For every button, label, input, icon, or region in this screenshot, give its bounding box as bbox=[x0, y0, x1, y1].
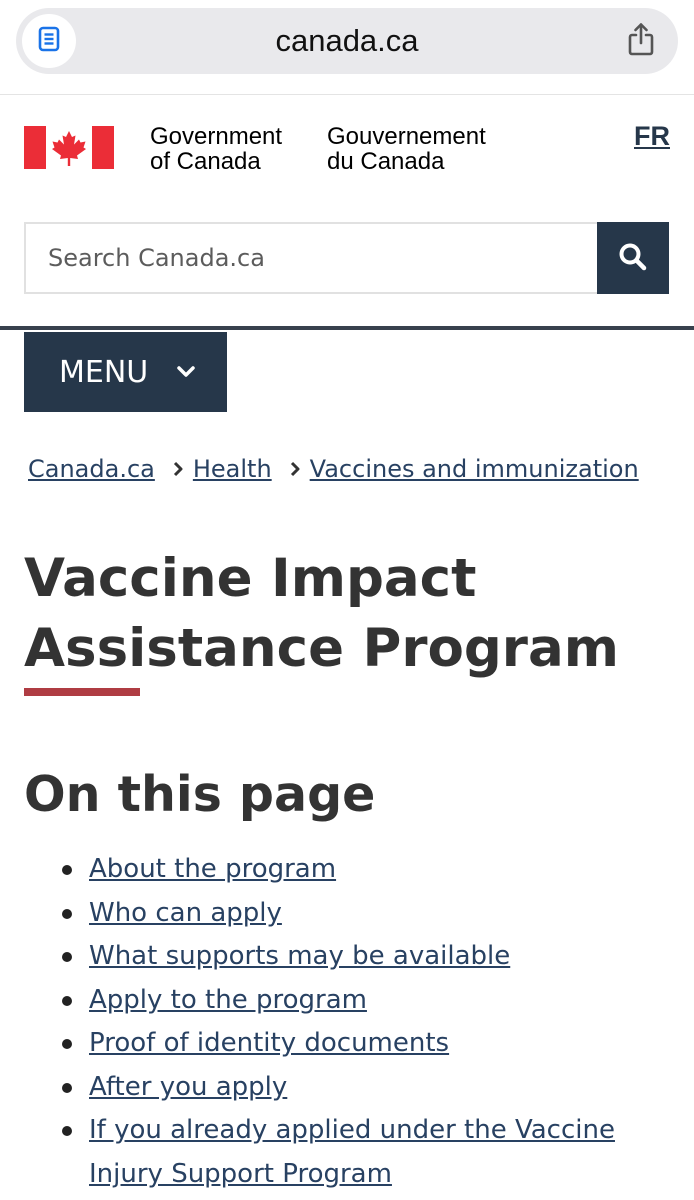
on-this-page-heading: On this page bbox=[24, 766, 376, 823]
toc-link-who-can-apply[interactable]: Who can apply bbox=[89, 898, 282, 928]
search-button[interactable] bbox=[597, 222, 669, 294]
chevron-right-icon bbox=[290, 461, 300, 477]
chevron-down-icon bbox=[176, 365, 196, 379]
list-item: Apply to the program bbox=[62, 979, 672, 1023]
share-button[interactable] bbox=[624, 22, 658, 60]
gov-fr-line1: Gouvernement bbox=[327, 123, 486, 150]
browser-address-bar: canada.ca bbox=[0, 0, 694, 95]
toc-link-about[interactable]: About the program bbox=[89, 854, 336, 884]
gov-en-line1: Government bbox=[150, 123, 283, 150]
list-item: After you apply bbox=[62, 1066, 672, 1110]
share-icon bbox=[626, 22, 656, 60]
toc-link-proof-of-identity[interactable]: Proof of identity documents bbox=[89, 1028, 449, 1058]
table-of-contents: About the program Who can apply What sup… bbox=[62, 848, 672, 1196]
chevron-right-icon bbox=[173, 461, 183, 477]
menu-button[interactable]: MENU bbox=[24, 332, 227, 412]
search-input[interactable] bbox=[24, 222, 598, 294]
header-divider bbox=[0, 326, 694, 330]
gouvernement-du-canada-wordmark: Gouvernement du Canada bbox=[327, 124, 486, 174]
gov-en-line2: of Canada bbox=[150, 148, 261, 175]
list-item: If you already applied under the Vaccine… bbox=[62, 1109, 672, 1196]
breadcrumb-link-health[interactable]: Health bbox=[193, 455, 272, 483]
canada-flag-icon[interactable] bbox=[24, 126, 114, 169]
list-item: About the program bbox=[62, 848, 672, 892]
list-item: Who can apply bbox=[62, 892, 672, 936]
search-icon bbox=[618, 242, 648, 275]
breadcrumb-link-canada[interactable]: Canada.ca bbox=[28, 455, 155, 483]
toc-link-supports[interactable]: What supports may be available bbox=[89, 941, 510, 971]
title-underline bbox=[24, 688, 140, 696]
breadcrumb-link-vaccines[interactable]: Vaccines and immunization bbox=[310, 455, 639, 483]
url-text[interactable]: canada.ca bbox=[16, 8, 678, 74]
url-field[interactable]: canada.ca bbox=[16, 8, 678, 74]
list-item: Proof of identity documents bbox=[62, 1022, 672, 1066]
language-toggle-link[interactable]: FR bbox=[634, 121, 670, 152]
toc-link-after-you-apply[interactable]: After you apply bbox=[89, 1072, 287, 1102]
toc-link-already-applied[interactable]: If you already applied under the Vaccine… bbox=[89, 1115, 615, 1189]
breadcrumb: Canada.ca Health Vaccines and immunizati… bbox=[28, 452, 639, 486]
list-item: What supports may be available bbox=[62, 935, 672, 979]
gov-fr-line2: du Canada bbox=[327, 148, 445, 175]
toc-link-apply[interactable]: Apply to the program bbox=[89, 985, 367, 1015]
government-of-canada-wordmark: Government of Canada bbox=[150, 124, 282, 174]
menu-label: MENU bbox=[59, 354, 149, 390]
page-title: Vaccine Impact Assistance Program bbox=[24, 548, 619, 679]
